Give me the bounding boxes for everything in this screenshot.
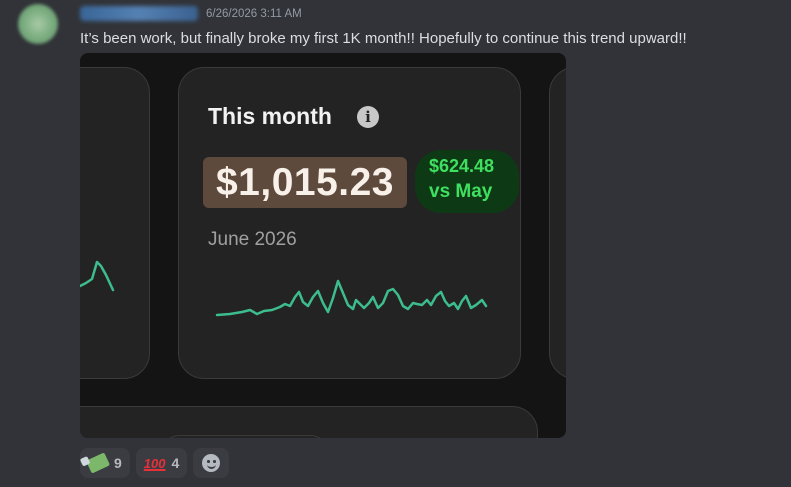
username-redacted[interactable]: [80, 6, 198, 21]
image-attachment[interactable]: This month i $1,015.23 $624.48 vs May Ju…: [80, 53, 566, 438]
sparkline-main: [215, 279, 488, 317]
reaction-count: 9: [114, 455, 122, 471]
hundred-points-icon: 100: [143, 455, 166, 471]
reactions-bar: 9 100 4: [80, 448, 230, 478]
money-with-wings-icon: [85, 452, 111, 474]
sparkline-graphic: [80, 260, 488, 317]
chat-message: 6/26/2026 3:11 AM It’s been work, but fi…: [0, 0, 791, 487]
message-text: It’s been work, but finally broke my fir…: [80, 30, 687, 47]
reaction-hundred-points[interactable]: 100 4: [135, 448, 188, 478]
smile-icon: [202, 454, 221, 472]
message-timestamp: 6/26/2026 3:11 AM: [206, 8, 302, 20]
reaction-count: 4: [171, 455, 180, 471]
reaction-money-with-wings[interactable]: 9: [80, 448, 130, 478]
user-avatar[interactable]: [18, 4, 58, 44]
add-reaction-button[interactable]: [193, 448, 230, 478]
sparkline-left-card: [80, 260, 115, 292]
